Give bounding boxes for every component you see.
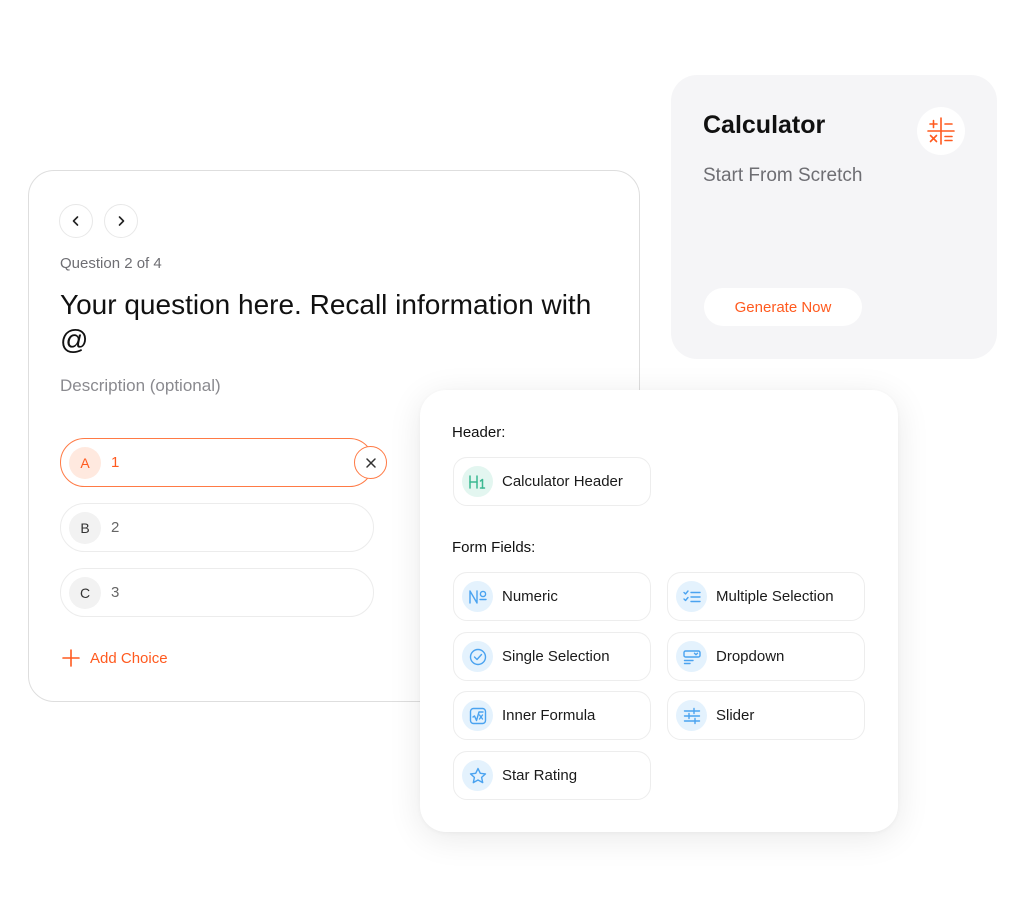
choice-a[interactable]: A 1 (60, 438, 374, 487)
field-star-rating[interactable]: Star Rating (453, 751, 651, 800)
field-label: Dropdown (716, 648, 785, 665)
checklist-icon (676, 581, 707, 612)
dropdown-icon (676, 641, 707, 672)
calculator-operations-icon (917, 107, 965, 155)
form-fields-section-label: Form Fields: (452, 539, 536, 556)
question-counter: Question 2 of 4 (60, 255, 162, 272)
previous-question-button[interactable] (59, 204, 93, 238)
calculator-card: Calculator Start From Scretch Generate N… (671, 75, 997, 359)
field-label: Star Rating (502, 767, 578, 784)
choice-c[interactable]: C 3 (60, 568, 374, 617)
choice-letter: A (69, 446, 101, 479)
check-circle-icon (462, 641, 493, 672)
calculator-subtitle: Start From Scretch (703, 165, 863, 186)
field-calculator-header[interactable]: Calculator Header (453, 457, 651, 506)
field-single-selection[interactable]: Single Selection (453, 632, 651, 681)
field-label: Inner Formula (502, 707, 596, 724)
field-label: Slider (716, 707, 755, 724)
choice-b[interactable]: B 2 (60, 503, 374, 552)
field-inner-formula[interactable]: Inner Formula (453, 691, 651, 740)
plus-icon (62, 649, 80, 667)
question-title[interactable]: Your question here. Recall information w… (60, 287, 600, 357)
star-icon (462, 760, 493, 791)
description-placeholder[interactable]: Description (optional) (60, 376, 221, 396)
choice-value[interactable]: 3 (111, 584, 119, 601)
sliders-icon (676, 700, 707, 731)
field-numeric[interactable]: Numeric (453, 572, 651, 621)
numero-sign-icon (462, 581, 493, 612)
add-choice-button[interactable]: Add Choice (62, 649, 168, 667)
field-slider[interactable]: Slider (667, 691, 865, 740)
add-choice-label: Add Choice (90, 649, 168, 667)
field-label: Multiple Selection (716, 588, 834, 605)
choice-value[interactable]: 1 (111, 454, 119, 471)
field-label: Single Selection (502, 648, 610, 665)
calculator-title: Calculator (703, 111, 826, 139)
close-icon (365, 457, 376, 468)
choice-value[interactable]: 2 (111, 519, 119, 536)
field-label: Calculator Header (502, 473, 623, 490)
heading-1-icon (462, 466, 493, 497)
field-label: Numeric (502, 588, 558, 605)
generate-now-button[interactable]: Generate Now (704, 288, 862, 326)
header-section-label: Header: (452, 424, 506, 441)
chevron-right-icon (118, 216, 125, 226)
choice-letter: B (69, 511, 101, 544)
field-dropdown[interactable]: Dropdown (667, 632, 865, 681)
field-picker-panel: Header: Calculator Header Form Fields: N… (420, 390, 898, 832)
choice-letter: C (69, 576, 101, 609)
chevron-left-icon (72, 216, 79, 226)
next-question-button[interactable] (104, 204, 138, 238)
field-multiple-selection[interactable]: Multiple Selection (667, 572, 865, 621)
square-root-icon (462, 700, 493, 731)
remove-choice-button[interactable] (354, 446, 387, 479)
